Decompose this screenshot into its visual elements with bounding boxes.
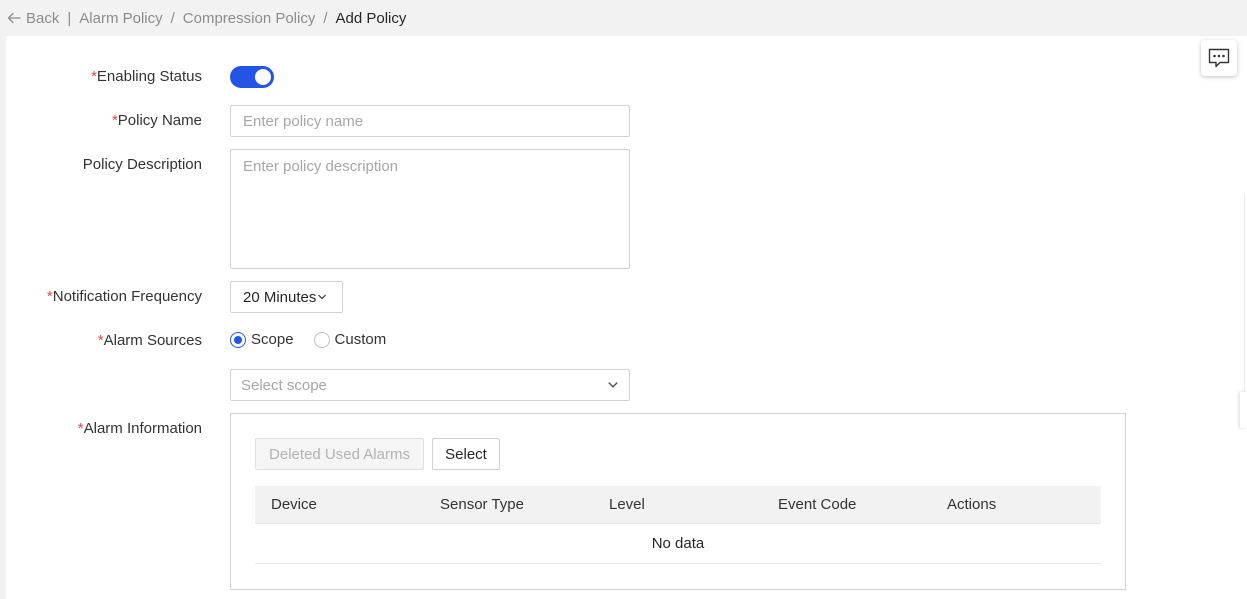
toggle-knob: [255, 69, 271, 85]
breadcrumb-divider: |: [67, 9, 72, 27]
notification-frequency-value: 20 Minutes: [243, 288, 317, 306]
radio-custom[interactable]: Custom: [313, 331, 387, 348]
form-panel: *Enabling Status *Policy Name Policy Des…: [6, 36, 1247, 599]
breadcrumb-item-compression-policy[interactable]: Compression Policy: [183, 10, 316, 27]
scope-select[interactable]: Select scope: [230, 369, 630, 401]
alarm-information-label: *Alarm Information: [77, 420, 202, 437]
breadcrumb-separator: /: [323, 9, 328, 27]
radio-unchecked-icon: [313, 331, 330, 348]
chevron-down-icon: [318, 294, 327, 300]
policy-description-input[interactable]: [230, 149, 630, 269]
table-header: Device Sensor Type Level Event Code Acti…: [255, 486, 1101, 524]
radio-checked-icon: [230, 331, 246, 348]
side-panel-handle[interactable]: [1240, 392, 1247, 428]
column-header-event-code: Event Code: [778, 496, 857, 513]
alarm-sources-label: *Alarm Sources: [97, 332, 202, 349]
column-header-actions: Actions: [947, 496, 997, 513]
notification-frequency-select[interactable]: 20 Minutes: [230, 281, 343, 313]
enabling-status-toggle[interactable]: [230, 66, 274, 88]
policy-description-label: Policy Description: [82, 156, 202, 173]
chevron-down-icon: [608, 382, 618, 388]
arrow-left-icon: [7, 12, 21, 24]
policy-name-label: *Policy Name: [111, 112, 202, 129]
breadcrumb-separator: /: [170, 9, 175, 27]
radio-custom-label: Custom: [334, 331, 387, 348]
column-header-level: Level: [609, 496, 645, 513]
radio-scope[interactable]: Scope: [230, 331, 294, 348]
select-alarms-button[interactable]: Select: [432, 438, 500, 470]
back-button[interactable]: Back: [6, 10, 59, 27]
policy-name-input[interactable]: [230, 105, 630, 137]
back-label: Back: [26, 9, 60, 27]
column-header-sensor-type: Sensor Type: [440, 496, 524, 513]
enabling-status-label: *Enabling Status: [91, 68, 202, 85]
delete-used-alarms-button[interactable]: Deleted Used Alarms: [255, 438, 424, 470]
scope-select-placeholder: Select scope: [241, 376, 327, 394]
radio-scope-label: Scope: [251, 331, 294, 348]
breadcrumb: Back | Alarm Policy / Compression Policy…: [0, 0, 1247, 36]
alarm-information-box: Deleted Used Alarms Select Device Sensor…: [230, 413, 1126, 590]
column-header-device: Device: [271, 496, 317, 513]
chat-bubble-icon: [1208, 48, 1230, 68]
alarm-sources-radio-group: Scope Custom: [230, 331, 406, 348]
notification-frequency-label: *Notification Frequency: [46, 288, 202, 305]
table-empty-state: No data: [255, 524, 1101, 564]
breadcrumb-current: Add Policy: [335, 9, 407, 27]
alarm-table: Device Sensor Type Level Event Code Acti…: [255, 486, 1101, 564]
breadcrumb-item-alarm-policy[interactable]: Alarm Policy: [79, 10, 162, 27]
feedback-button[interactable]: [1201, 40, 1237, 76]
